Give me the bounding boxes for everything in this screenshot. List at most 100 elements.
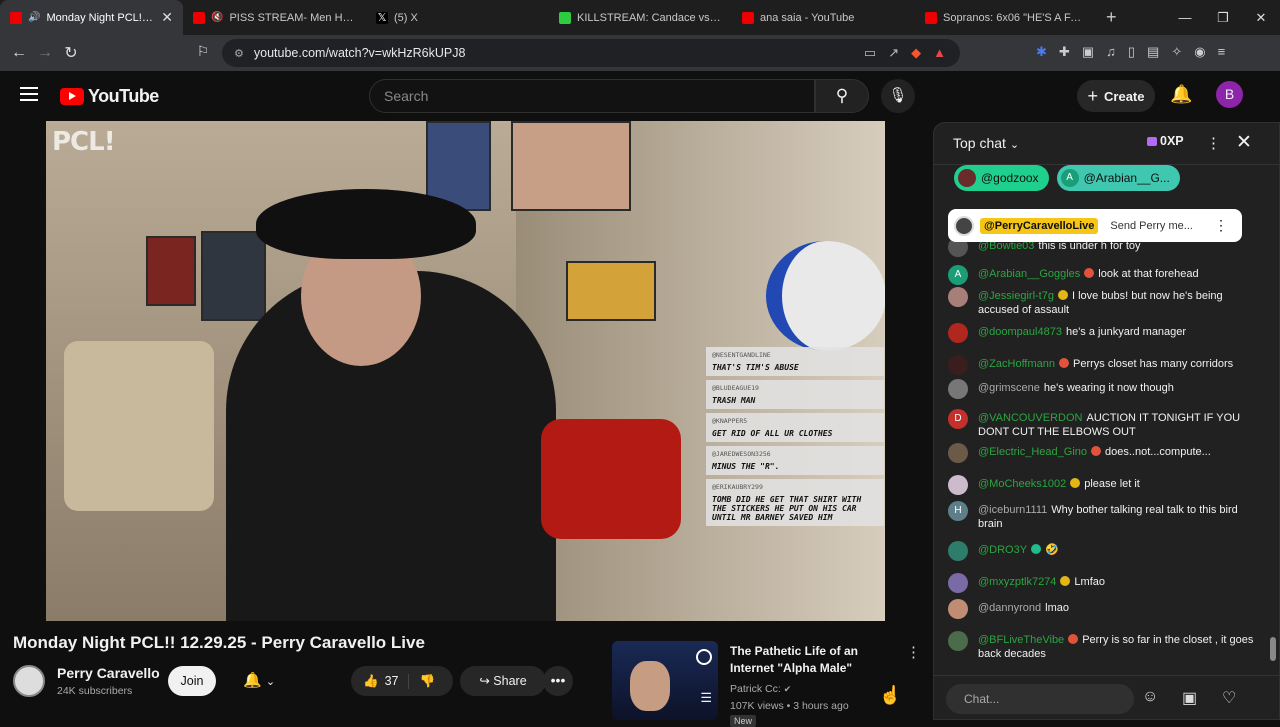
screenshot-icon[interactable]: ▣ xyxy=(1082,44,1094,60)
join-button[interactable]: Join xyxy=(168,666,216,696)
browser-tab-active[interactable]: 🔊 Monday Night PCL!! 12.2 ✕ xyxy=(0,0,183,35)
create-button[interactable]: + Create xyxy=(1077,80,1155,112)
browser-tab[interactable]: 🔇 PISS STREAM- Men Holding xyxy=(183,0,366,35)
vpn-icon[interactable]: ◉ xyxy=(1194,44,1205,60)
reload-icon[interactable]: ↻ xyxy=(58,43,84,63)
chat-avatar[interactable] xyxy=(948,599,968,619)
account-avatar[interactable]: B xyxy=(1216,81,1243,108)
youtube-logo[interactable]: YouTube xyxy=(60,86,159,107)
chat-avatar[interactable] xyxy=(948,287,968,307)
install-app-icon[interactable]: ▭ xyxy=(864,45,876,61)
top-chatter-chip[interactable]: A @Arabian__G... xyxy=(1056,165,1180,191)
search-input[interactable]: Search xyxy=(369,79,815,113)
site-info-icon[interactable]: ⚙ xyxy=(234,47,244,60)
minimize-icon[interactable]: — xyxy=(1166,0,1204,35)
top-chatter-chip[interactable]: @godzoox xyxy=(954,165,1049,191)
chat-avatar[interactable]: D xyxy=(948,409,968,429)
recommended-channel[interactable]: Patrick Cc: xyxy=(730,683,781,695)
chat-author[interactable]: @mxyzptlk7274 xyxy=(978,576,1056,588)
browser-tab[interactable]: KILLSTREAM: Candace vs Alex R xyxy=(549,0,732,35)
chat-author[interactable]: @MoCheeks1002 xyxy=(978,478,1066,490)
chat-message[interactable]: D @VANCOUVERDON AUCTION IT TONIGHT IF YOU … xyxy=(948,409,1260,439)
chat-avatar[interactable] xyxy=(948,475,968,495)
recommended-more-icon[interactable]: ⋮ xyxy=(906,643,921,661)
puzzle-icon[interactable]: ✚ xyxy=(1059,44,1070,60)
chat-message[interactable]: @DRO3Y 🤣 xyxy=(948,541,1260,561)
chat-author[interactable]: @iceburn1111 xyxy=(978,504,1047,516)
dislike-button[interactable]: 👎 xyxy=(409,674,445,689)
address-bar[interactable]: ⚙ youtube.com/watch?v=wkHzR6kUPJ8 ▭ ↗ ◆ … xyxy=(222,39,960,67)
browser-tab[interactable]: 𝕏 (5) X xyxy=(366,0,549,35)
recommended-title[interactable]: The Pathetic Life of an Internet "Alpha … xyxy=(730,643,900,677)
recommended-video[interactable]: ☰ The Pathetic Life of an Internet "Alph… xyxy=(612,641,922,727)
chat-avatar[interactable] xyxy=(948,323,968,343)
browser-tab[interactable]: Sopranos: 6x06 "HE'S A FAAAG" xyxy=(915,0,1098,35)
maximize-icon[interactable]: ❐ xyxy=(1204,0,1242,35)
chat-mode-dropdown[interactable]: Top chat ⌄ xyxy=(953,135,1019,151)
pinned-message[interactable]: @PerryCaravelloLive Send Perry me... ⋮ xyxy=(948,209,1242,242)
close-chat-icon[interactable]: ✕ xyxy=(1236,131,1252,154)
chat-author[interactable]: @Jessiegirl-t7g xyxy=(978,290,1054,302)
chat-message[interactable]: @Electric_Head_Gino does..not...compute..… xyxy=(948,443,1260,463)
back-icon[interactable]: ← xyxy=(6,44,32,62)
wallet-icon[interactable]: ▤ xyxy=(1147,44,1159,60)
browser-tab[interactable]: ana saia - YouTube xyxy=(732,0,915,35)
chat-more-icon[interactable]: ⋮ xyxy=(1206,134,1221,152)
chat-scrollbar[interactable] xyxy=(1270,207,1276,667)
more-actions-button[interactable]: ••• xyxy=(543,666,573,696)
bookmark-icon[interactable]: ⚐ xyxy=(190,43,216,60)
chat-author[interactable]: @doompaul4873 xyxy=(978,326,1062,338)
chat-message[interactable]: @grimscene he's wearing it now though xyxy=(948,379,1260,399)
tab-close-icon[interactable]: ✕ xyxy=(161,9,173,26)
xp-badge[interactable]: 0XP xyxy=(1147,134,1184,148)
subscription-bell-button[interactable]: 🔔 ⌄ xyxy=(229,666,289,696)
chat-author[interactable]: @DRO3Y xyxy=(978,544,1027,556)
chat-message[interactable]: @BFLiveTheVibe Perry is so far in the clo… xyxy=(948,631,1260,661)
super-chat-icon[interactable]: ▣ xyxy=(1182,688,1197,708)
video-player[interactable]: PCL! @NESENTGANDLINE THAT'S TIM'S ABUSE … xyxy=(46,121,885,621)
channel-name[interactable]: Perry Caravello xyxy=(57,665,160,681)
chat-avatar[interactable]: H xyxy=(948,501,968,521)
chat-author[interactable]: @ZacHoffmann xyxy=(978,358,1055,370)
add-to-queue-icon[interactable]: ☰ xyxy=(700,690,712,706)
notifications-bell-icon[interactable]: 🔔 xyxy=(1170,84,1192,105)
chat-message[interactable]: @mxyzptlk7274 Lmfao xyxy=(948,573,1260,593)
brave-rewards-icon[interactable]: ▲ xyxy=(933,45,946,61)
voice-search-button[interactable]: 🎙 xyxy=(881,79,915,113)
share-page-icon[interactable]: ↗ xyxy=(888,45,899,61)
chat-message[interactable]: @ZacHoffmann Perrys closet has many corri… xyxy=(948,355,1260,375)
channel-avatar[interactable] xyxy=(13,665,45,697)
chat-avatar[interactable]: A xyxy=(948,265,968,285)
scrollbar-thumb[interactable] xyxy=(1270,637,1276,661)
chat-author[interactable]: @BFLiveTheVibe xyxy=(978,634,1064,646)
menu-icon[interactable]: ≡ xyxy=(1218,44,1226,60)
chat-message[interactable]: @Jessiegirl-t7g I love bubs! but now he's… xyxy=(948,287,1260,317)
chat-message[interactable]: @dannyrond lmao xyxy=(948,599,1260,619)
like-button[interactable]: 👍 37 xyxy=(351,673,410,689)
heart-icon[interactable]: ♡ xyxy=(1222,688,1236,708)
chat-message[interactable]: H @iceburn1111 Why bother talking real tal… xyxy=(948,501,1260,531)
forward-icon[interactable]: → xyxy=(32,44,58,62)
chat-avatar[interactable] xyxy=(948,443,968,463)
media-icon[interactable]: ♫ xyxy=(1106,44,1116,60)
chat-input[interactable]: Chat... xyxy=(946,684,1134,714)
leo-icon[interactable]: ✧ xyxy=(1171,44,1182,60)
search-button[interactable]: ⚲ xyxy=(815,79,869,113)
chat-message[interactable]: @doompaul4873 he's a junkyard manager xyxy=(948,323,1260,343)
share-button[interactable]: ↪ Share xyxy=(460,666,546,696)
chat-avatar[interactable] xyxy=(948,631,968,651)
chat-avatar[interactable] xyxy=(948,541,968,561)
chat-author[interactable]: @grimscene xyxy=(978,382,1040,394)
close-window-icon[interactable]: ✕ xyxy=(1242,0,1280,35)
chat-avatar[interactable] xyxy=(948,573,968,593)
emoji-icon[interactable]: ☺ xyxy=(1142,688,1158,706)
hamburger-menu-icon[interactable] xyxy=(20,87,38,105)
chat-message[interactable]: A @Arabian__Goggles look at that forehead xyxy=(948,265,1260,285)
new-tab-icon[interactable]: + xyxy=(1106,7,1117,28)
chat-author[interactable]: @Electric_Head_Gino xyxy=(978,446,1087,458)
extension-icon[interactable]: ✱ xyxy=(1036,44,1047,60)
chat-avatar[interactable] xyxy=(948,355,968,375)
chat-message[interactable]: @MoCheeks1002 please let it xyxy=(948,475,1260,495)
pinned-more-icon[interactable]: ⋮ xyxy=(1214,217,1228,234)
watch-later-icon[interactable] xyxy=(696,649,712,665)
